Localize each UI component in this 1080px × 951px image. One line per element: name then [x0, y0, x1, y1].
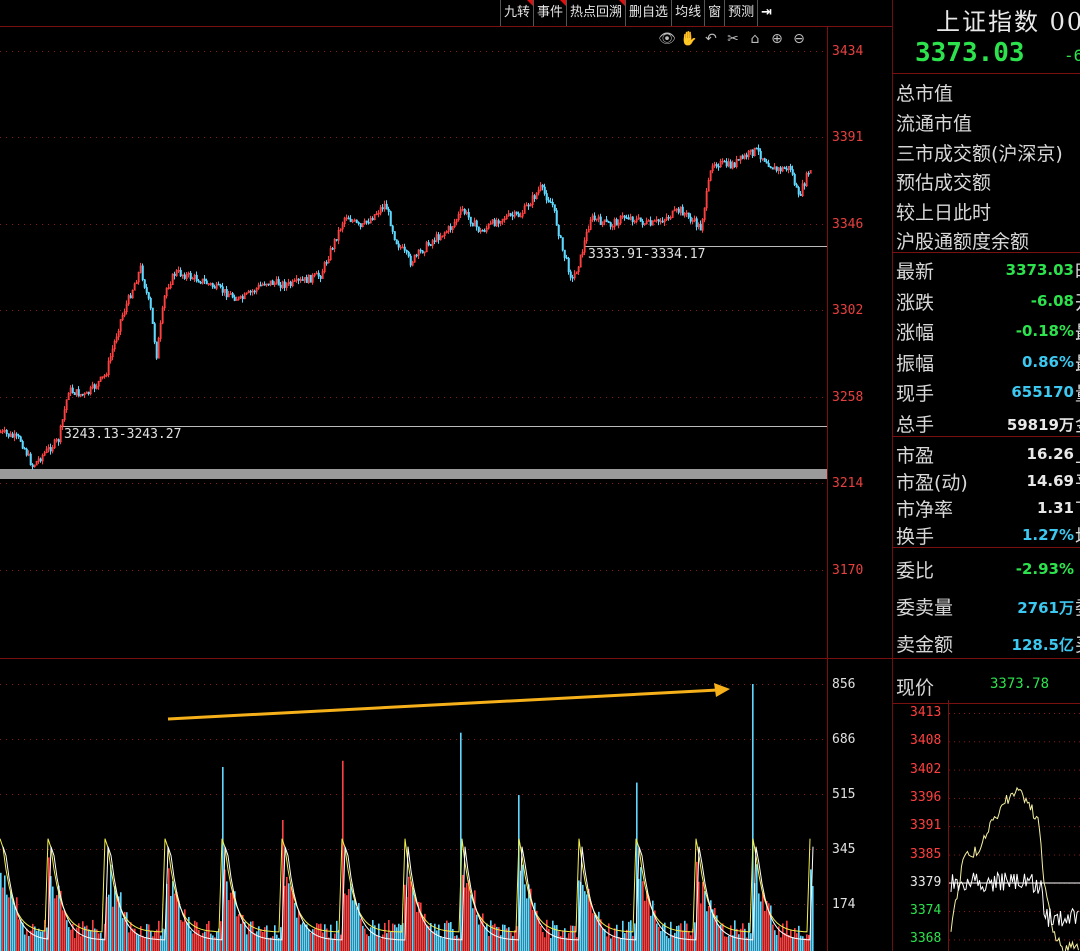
stat-value: 1.27% [1021, 526, 1074, 544]
remove-watchlist-button[interactable]: 删自选 [625, 0, 671, 26]
stat-right-label: 下跌 [1075, 495, 1080, 522]
collapse-arrow-icon[interactable]: ⇥ [757, 0, 775, 26]
summary-label: 较上日此时 [896, 202, 992, 224]
stat-right-label: 昨收 [1075, 257, 1080, 284]
stat-right-label: 金额 [1075, 410, 1080, 437]
mini-axis-label: 3368 [910, 931, 942, 947]
price-axis-label: 3214 [832, 476, 864, 491]
price-axis-label: 3170 [832, 563, 864, 578]
stat-label: 涨幅 [896, 322, 935, 345]
range-label-lower: 3243.13-3243.27 [64, 427, 182, 442]
price-axis-label: 3258 [832, 390, 864, 405]
mini-axis-label: 3396 [910, 789, 942, 805]
stat-right-label: 委买 [1075, 593, 1080, 620]
previous-close-band [0, 469, 827, 479]
undo-icon[interactable]: ↶ [702, 30, 720, 48]
stat-value: 0.86% [1021, 352, 1074, 371]
range-label-upper: 3333.91-3334.17 [588, 247, 706, 262]
stat-right-label: 上涨 [1075, 441, 1080, 468]
stat-label: 涨跌 [896, 291, 935, 314]
stat-label: 换手 [896, 526, 935, 548]
summary-label: 沪股通额度余额 [896, 231, 1030, 253]
stat-label: 市净率 [896, 499, 954, 521]
price-change: -6 [1064, 46, 1080, 65]
stat-label: 现手 [896, 383, 935, 406]
stat-value: 1.31 [1036, 499, 1074, 517]
price-axis-label: 3391 [832, 130, 864, 145]
summary-label: 预估成交额 [896, 172, 992, 194]
chart-toolbar: 九转 事件 热点回溯 删自选 均线 窗 预测 ⇥ [500, 0, 775, 26]
mini-axis-label: 3408 [910, 733, 942, 749]
zoom-in-icon[interactable]: ⊕ [768, 30, 786, 48]
forecast-button[interactable]: 预测 [724, 0, 757, 26]
moving-average-button[interactable]: 均线 [671, 0, 704, 26]
stat-right-label: 平盘 [1075, 468, 1080, 495]
stat-value: 2761万 [1017, 599, 1074, 617]
volume-axis-label: 345 [832, 842, 856, 857]
current-price: 3373.03 [915, 38, 1025, 68]
stat-value: 14.69 [1026, 472, 1074, 490]
stat-value: 3373.03 [1005, 261, 1074, 279]
window-button[interactable]: 窗 [704, 0, 724, 26]
summary-label: 三市成交额(沪深京) [896, 143, 1063, 165]
price-axis-label: 3302 [832, 303, 864, 318]
stat-value: -2.93% [1015, 560, 1074, 578]
jiuzhuan-button[interactable]: 九转 [500, 0, 534, 26]
stat-right-label: 量比 [1075, 379, 1080, 406]
mini-axis-label: 3385 [910, 846, 942, 862]
mini-axis-label: 3391 [910, 818, 942, 834]
volume-axis-label: 686 [832, 732, 856, 747]
stat-value: 16.26 [1026, 445, 1074, 463]
stat-right-label: 最高 [1075, 318, 1080, 345]
zoom-out-icon[interactable]: ⊖ [790, 30, 808, 48]
mini-chart-value: 3373.78 [990, 676, 1050, 692]
hotspot-review-button[interactable]: 热点回溯 [566, 0, 626, 26]
mini-axis-label: 3379 [910, 874, 942, 890]
events-button[interactable]: 事件 [533, 0, 567, 26]
stat-value: 59819万 [1006, 416, 1074, 434]
price-axis-label: 3434 [832, 44, 864, 59]
stat-label: 振幅 [896, 352, 935, 375]
stat-label: 总手 [896, 414, 935, 436]
mini-axis-label: 3374 [910, 903, 942, 919]
index-title: 上证指数 00 [936, 8, 1080, 36]
mini-axis-label: 3402 [910, 761, 942, 777]
eye-icon[interactable]: 👁 [658, 30, 676, 48]
stat-right-label: 买金 [1075, 630, 1080, 657]
stat-label: 市盈(动) [896, 472, 968, 494]
price-axis-label: 3346 [832, 217, 864, 232]
hand-icon[interactable]: ✋ [680, 30, 698, 48]
volume-axis-label: 856 [832, 677, 856, 692]
stat-right-label: 最低 [1075, 349, 1080, 376]
trend-arrow-head [714, 683, 730, 697]
stat-label: 卖金额 [896, 634, 954, 656]
main-chart[interactable] [0, 0, 892, 951]
mini-axis-label: 3413 [910, 705, 942, 720]
summary-label: 总市值 [896, 83, 954, 105]
stat-value: 128.5亿 [1011, 636, 1074, 654]
trend-arrow [167, 688, 719, 721]
chart-tools: 👁 ✋ ↶ ✂ ⌂ ⊕ ⊖ [658, 30, 808, 50]
scissors-icon[interactable]: ✂ [724, 30, 742, 48]
stat-label: 市盈 [896, 445, 935, 467]
summary-label: 流通市值 [896, 113, 973, 135]
stat-value: -0.18% [1015, 322, 1074, 341]
stat-label: 委卖量 [896, 597, 954, 619]
volume-axis-label: 174 [832, 897, 856, 912]
stat-label: 最新 [896, 261, 935, 283]
stat-label: 委比 [896, 560, 935, 582]
volume-axis-label: 515 [832, 787, 856, 802]
stat-right-label: 均价 [1075, 522, 1080, 549]
lock-icon[interactable]: ⌂ [746, 30, 764, 48]
stat-value: -6.08 [1030, 291, 1074, 310]
stat-right-label: 开盘 [1075, 288, 1080, 315]
stat-value: 655170 [1011, 383, 1074, 402]
mini-chart-label: 现价 [896, 677, 935, 699]
